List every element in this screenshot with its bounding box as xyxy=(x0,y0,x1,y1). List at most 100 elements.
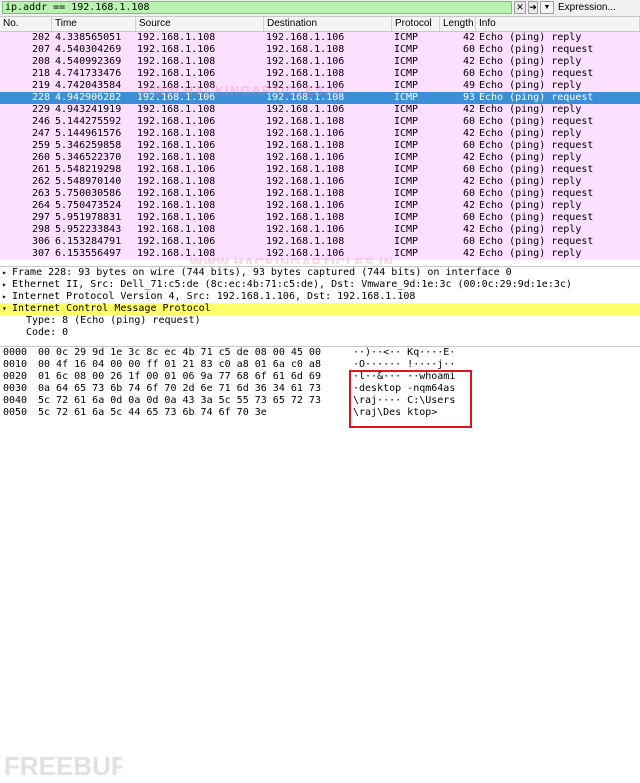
packet-cell-dst: 192.168.1.106 xyxy=(266,56,345,67)
expander-arrow-icon[interactable]: ▸ xyxy=(2,267,7,279)
packet-cell-no: 229 xyxy=(31,104,50,115)
packet-row[interactable]: 207 4.540304269 192.168.1.106 192.168.1.108… xyxy=(0,44,640,56)
packet-cell-len: 60 xyxy=(462,212,475,223)
packet-cell-src: 192.168.1.106 xyxy=(137,140,216,151)
packet-row[interactable]: 298 5.952233843 192.168.1.108 192.168.1.106… xyxy=(0,224,640,236)
column-header-source[interactable]: Source xyxy=(136,17,264,31)
packet-row[interactable]: 208 4.540992369 192.168.1.108 192.168.1.106… xyxy=(0,56,640,68)
detail-text: Ethernet II, Src: Dell_71:c5:de (8c:ec:4… xyxy=(12,279,572,290)
packet-row[interactable]: 297 5.951978831 192.168.1.106 192.168.1.108… xyxy=(0,212,640,224)
packet-row[interactable]: 202 4.338565051 192.168.1.108 192.168.1.106… xyxy=(0,32,640,44)
packet-cell-time: 5.548970140 xyxy=(55,176,122,187)
bytes-row[interactable]: 0040 5c 72 61 6a 0d 0a 0d 0a 43 3a 5c 55 … xyxy=(0,395,640,407)
packet-cell-info: Echo (ping) reply xyxy=(479,176,582,187)
packet-cell-proto: ICMP xyxy=(394,212,419,223)
packet-cell-no: 264 xyxy=(31,200,50,211)
byte-offset: 0030 xyxy=(3,383,28,394)
bytes-row[interactable]: 0000 00 0c 29 9d 1e 3c 8c ec 4b 71 c5 de … xyxy=(0,347,640,359)
packet-cell-src: 192.168.1.108 xyxy=(137,32,216,43)
column-header-protocol[interactable]: Protocol xyxy=(392,17,440,31)
packet-cell-no: 207 xyxy=(31,44,50,55)
display-filter-toolbar: ip.addr == 192.168.1.108 ✕ ➜ ▼ Expressio… xyxy=(0,0,640,17)
packet-cell-dst: 192.168.1.106 xyxy=(266,224,345,235)
detail-tree-item[interactable]: ▸ Frame 228: 93 bytes on wire (744 bits),… xyxy=(0,267,640,279)
packet-cell-info: Echo (ping) reply xyxy=(479,200,582,211)
packet-row[interactable]: 229 4.943241919 192.168.1.108 192.168.1.106… xyxy=(0,104,640,116)
packet-row[interactable]: 262 5.548970140 192.168.1.108 192.168.1.106… xyxy=(0,176,640,188)
detail-tree-item[interactable]: ▾ Internet Control Message Protocol xyxy=(0,303,640,315)
packet-row[interactable]: 246 5.144275592 192.168.1.106 192.168.1.108… xyxy=(0,116,640,128)
bytes-row[interactable]: 0050 5c 72 61 6a 5c 44 65 73 6b 74 6f 70 … xyxy=(0,407,640,419)
packet-cell-time: 5.750473524 xyxy=(55,200,122,211)
detail-text: Internet Control Message Protocol xyxy=(12,303,211,314)
packet-row[interactable]: 260 5.346522370 192.168.1.108 192.168.1.106… xyxy=(0,152,640,164)
svg-text:FREEBUF: FREEBUF xyxy=(4,751,122,781)
packet-bytes-pane: 0000 00 0c 29 9d 1e 3c 8c ec 4b 71 c5 de … xyxy=(0,346,640,781)
packet-cell-src: 192.168.1.108 xyxy=(137,56,216,67)
packet-row[interactable]: 261 5.548219298 192.168.1.106 192.168.1.108… xyxy=(0,164,640,176)
packet-cell-time: 5.144275592 xyxy=(55,116,122,127)
packet-cell-dst: 192.168.1.108 xyxy=(266,188,345,199)
clear-filter-button[interactable]: ✕ xyxy=(514,1,526,14)
packet-cell-time: 5.548219298 xyxy=(55,164,122,175)
column-header-time[interactable]: Time xyxy=(52,17,136,31)
expander-arrow-icon[interactable]: ▾ xyxy=(2,303,7,315)
packet-cell-time: 5.346522370 xyxy=(55,152,122,163)
packet-row[interactable]: 263 5.750030586 192.168.1.106 192.168.1.108… xyxy=(0,188,640,200)
packet-row[interactable]: 264 5.750473524 192.168.1.108 192.168.1.106… xyxy=(0,200,640,212)
packet-cell-dst: 192.168.1.108 xyxy=(266,140,345,151)
column-header-destination[interactable]: Destination xyxy=(264,17,392,31)
packet-cell-len: 42 xyxy=(462,152,475,163)
expander-arrow-icon[interactable]: ▸ xyxy=(2,279,7,291)
byte-offset: 0010 xyxy=(3,359,28,370)
packet-cell-proto: ICMP xyxy=(394,116,419,127)
packet-row[interactable]: 247 5.144961576 192.168.1.108 192.168.1.106… xyxy=(0,128,640,140)
column-header-no[interactable]: No. xyxy=(0,17,52,31)
packet-cell-time: 5.951978831 xyxy=(55,212,122,223)
packet-cell-no: 219 xyxy=(31,80,50,91)
packet-cell-info: Echo (ping) reply xyxy=(479,224,582,235)
bytes-row[interactable]: 0010 00 4f 16 04 00 00 ff 01 21 83 c0 a8 … xyxy=(0,359,640,371)
watermark-text: WWW.HACKINGARTICLES.IN xyxy=(140,83,344,98)
ascii-bytes: ··)··<·· Kq····E· xyxy=(353,347,456,358)
packet-cell-proto: ICMP xyxy=(394,68,419,79)
bytes-row[interactable]: 0020 01 6c 08 00 26 1f 00 01 06 9a 77 68 … xyxy=(0,371,640,383)
packet-cell-len: 42 xyxy=(462,224,475,235)
packet-cell-no: 306 xyxy=(31,236,50,247)
expander-arrow-icon[interactable]: ▸ xyxy=(2,291,7,303)
packet-cell-info: Echo (ping) request xyxy=(479,92,594,103)
detail-tree-item[interactable]: Code: 0 xyxy=(0,327,640,339)
detail-text: Internet Protocol Version 4, Src: 192.16… xyxy=(12,291,416,302)
packet-cell-info: Echo (ping) reply xyxy=(479,128,582,139)
highlight-annotation-box xyxy=(349,370,472,428)
packet-cell-proto: ICMP xyxy=(394,236,419,247)
packet-cell-no: 218 xyxy=(31,68,50,79)
packet-cell-info: Echo (ping) request xyxy=(479,116,594,127)
column-header-length[interactable]: Length xyxy=(440,17,476,31)
packet-cell-src: 192.168.1.106 xyxy=(137,164,216,175)
detail-tree-item[interactable]: Type: 8 (Echo (ping) request) xyxy=(0,315,640,327)
packet-cell-time: 5.952233843 xyxy=(55,224,122,235)
packet-cell-proto: ICMP xyxy=(394,152,419,163)
packet-cell-proto: ICMP xyxy=(394,32,419,43)
filter-history-dropdown[interactable]: ▼ xyxy=(540,1,554,14)
expression-button[interactable]: Expression... xyxy=(558,1,616,14)
apply-filter-button[interactable]: ➜ xyxy=(528,1,538,14)
column-header-info[interactable]: Info xyxy=(476,17,640,31)
packet-row[interactable]: 218 4.741733476 192.168.1.106 192.168.1.108… xyxy=(0,68,640,80)
packet-cell-src: 192.168.1.108 xyxy=(137,200,216,211)
packet-cell-proto: ICMP xyxy=(394,92,419,103)
packet-row[interactable]: 306 6.153284791 192.168.1.106 192.168.1.108… xyxy=(0,236,640,248)
bytes-rows: 0000 00 0c 29 9d 1e 3c 8c ec 4b 71 c5 de … xyxy=(0,347,640,419)
detail-tree-item[interactable]: ▸ Internet Protocol Version 4, Src: 192.1… xyxy=(0,291,640,303)
packet-cell-no: 202 xyxy=(31,32,50,43)
byte-offset: 0040 xyxy=(3,395,28,406)
detail-tree-item[interactable]: ▸ Ethernet II, Src: Dell_71:c5:de (8c:ec:… xyxy=(0,279,640,291)
packet-cell-no: 262 xyxy=(31,176,50,187)
bytes-row[interactable]: 0030 0a 64 65 73 6b 74 6f 70 2d 6e 71 6d … xyxy=(0,383,640,395)
display-filter-input[interactable]: ip.addr == 192.168.1.108 xyxy=(2,1,512,14)
packet-row[interactable]: 259 5.346259858 192.168.1.106 192.168.1.108… xyxy=(0,140,640,152)
packet-cell-time: 5.750030586 xyxy=(55,188,122,199)
packet-cell-len: 42 xyxy=(462,104,475,115)
packet-cell-proto: ICMP xyxy=(394,44,419,55)
